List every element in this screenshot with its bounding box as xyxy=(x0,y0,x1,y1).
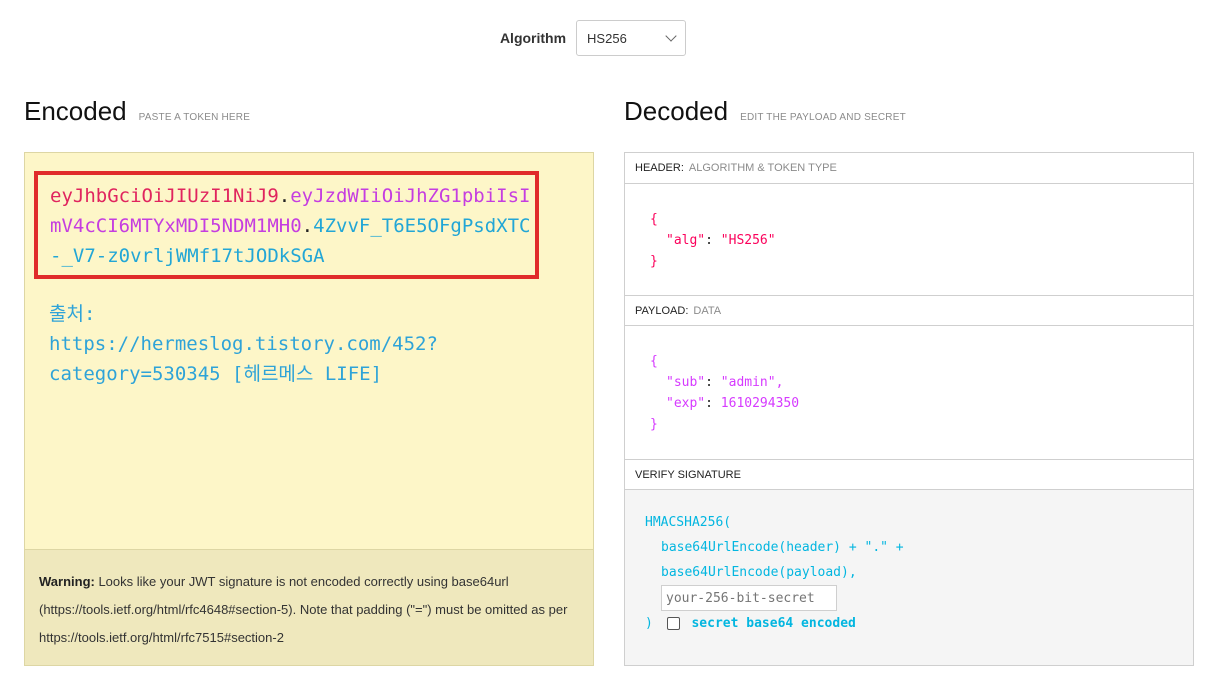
token-header-part: eyJhbGciOiJIUzI1NiJ9 xyxy=(50,185,279,207)
header-json-editor[interactable]: { "alg": "HS256" } xyxy=(625,184,1193,295)
header-section-title: HEADER: ALGORITHM & TOKEN TYPE xyxy=(625,153,1193,184)
alg-value: "HS256" xyxy=(720,233,776,248)
verify-line-3: base64UrlEncode(payload), xyxy=(661,565,857,580)
token-highlight-box: eyJhbGciOiJIUzI1NiJ9.eyJzdWIiOiJhZG1pbiI… xyxy=(34,171,539,279)
warning-label: Warning: xyxy=(39,574,95,589)
sub-value: "admin", xyxy=(720,375,784,390)
source-attribution-text: 출처: https://hermeslog.tistory.com/452?ca… xyxy=(49,303,438,385)
payload-sub-label: DATA xyxy=(693,304,722,317)
exp-key: "exp" xyxy=(666,396,706,411)
decoded-subtitle: EDIT THE PAYLOAD AND SECRET xyxy=(740,112,906,123)
header-sub-label: ALGORITHM & TOKEN TYPE xyxy=(688,162,837,174)
encoded-subtitle: PASTE A TOKEN HERE xyxy=(138,112,251,123)
decoded-title: Decoded xyxy=(624,96,729,126)
base64-checkbox[interactable] xyxy=(666,617,680,630)
verify-label: VERIFY SIGNATURE xyxy=(635,468,741,481)
decoded-panel: HEADER: ALGORITHM & TOKEN TYPE { "alg": … xyxy=(624,152,1194,666)
algorithm-label: Algorithm xyxy=(499,30,567,46)
verify-section-title: VERIFY SIGNATURE xyxy=(625,459,1193,490)
alg-key: "alg" xyxy=(666,233,706,248)
chevron-down-icon xyxy=(665,30,677,42)
secret-input[interactable] xyxy=(661,585,837,611)
verify-line-2: base64UrlEncode(header) + "." + xyxy=(661,540,904,555)
sub-key: "sub" xyxy=(666,375,706,390)
encoded-title: Encoded xyxy=(24,96,127,126)
token-dot: . xyxy=(301,215,314,237)
encoded-token-editor[interactable]: eyJhbGciOiJIUzI1NiJ9.eyJzdWIiOiJhZG1pbiI… xyxy=(24,152,594,666)
verify-signature-body: HMACSHA256( base64UrlEncode(header) + ".… xyxy=(625,490,1193,665)
encoded-heading: Encoded PASTE A TOKEN HERE xyxy=(24,96,250,127)
verify-close-paren: ) xyxy=(645,616,653,631)
exp-value: 1610294350 xyxy=(720,396,800,411)
warning-text: Looks like your JWT signature is not enc… xyxy=(39,574,568,645)
payload-label: PAYLOAD: xyxy=(635,304,689,317)
payload-json-editor[interactable]: { "sub": "admin", "exp": 1610294350 } xyxy=(625,326,1193,459)
algorithm-row: Algorithm HS256 xyxy=(0,20,1206,56)
payload-section-title: PAYLOAD: DATA xyxy=(625,295,1193,326)
algorithm-selected-value: HS256 xyxy=(587,30,627,46)
warning-box: Warning: Looks like your JWT signature i… xyxy=(25,549,593,665)
header-label: HEADER: xyxy=(635,162,684,174)
base64-checkbox-label[interactable]: secret base64 encoded xyxy=(691,616,855,631)
verify-line-1: HMACSHA256( xyxy=(645,515,732,530)
decoded-heading: Decoded EDIT THE PAYLOAD AND SECRET xyxy=(624,96,906,127)
algorithm-select[interactable]: HS256 xyxy=(576,20,687,56)
token-dot: . xyxy=(278,185,291,207)
